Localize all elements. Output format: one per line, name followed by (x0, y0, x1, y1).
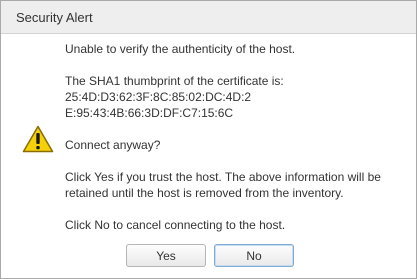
thumbprint-label: The SHA1 thumbprint of the certificate i… (65, 74, 284, 88)
yes-button[interactable]: Yes (126, 244, 206, 267)
dialog-title: Security Alert (16, 10, 93, 25)
verify-message: Unable to verify the authenticity of the… (65, 42, 296, 56)
thumbprint-value: 25:4D:D3:62:3F:8C:85:02:DC:4D:2E:95:43:4… (65, 90, 252, 120)
message-body: Unable to verify the authenticity of the… (65, 41, 405, 233)
warning-icon (22, 125, 54, 153)
yes-info-text: Click Yes if you trust the host. The abo… (65, 170, 381, 200)
no-button[interactable]: No (214, 244, 294, 267)
security-alert-dialog: Security Alert Unable to verify the auth… (0, 0, 417, 279)
dialog-titlebar: Security Alert (1, 1, 416, 34)
connect-question: Connect anyway? (65, 138, 161, 152)
no-info-text: Click No to cancel connecting to the hos… (65, 218, 286, 232)
